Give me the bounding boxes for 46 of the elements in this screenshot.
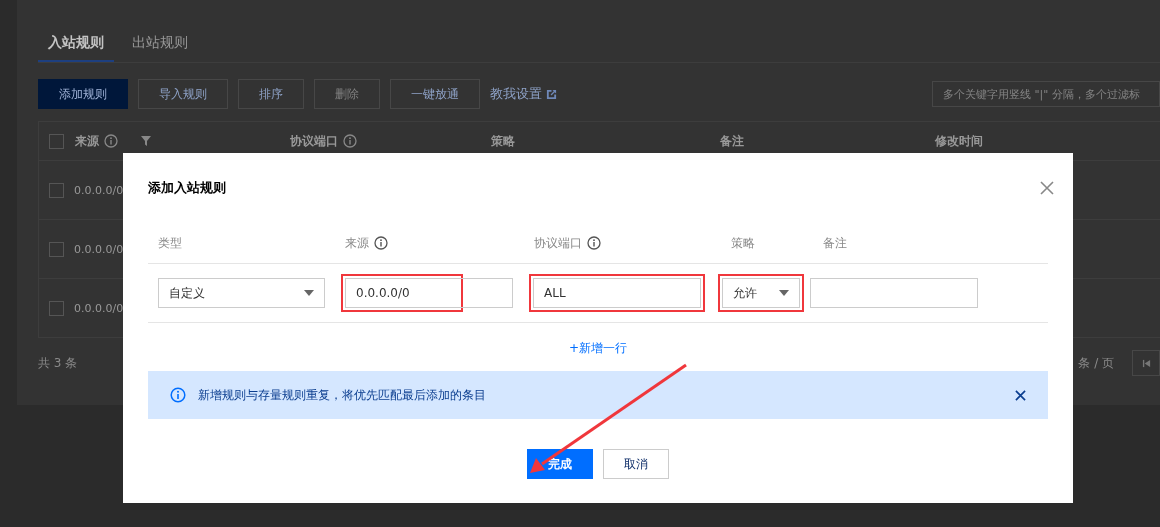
alert-text: 新增规则与存量规则重复，将优先匹配最后添加的条目 — [198, 386, 487, 404]
select-field[interactable]: 自定义 — [158, 278, 325, 308]
column-header: 来源 — [75, 132, 99, 150]
close-icon[interactable] — [1040, 181, 1054, 195]
table-cell: 0.0.0.0/0 — [74, 183, 124, 197]
input-field[interactable]: ALL — [533, 278, 701, 308]
select-field[interactable]: 允许 — [722, 278, 800, 308]
checkbox[interactable] — [49, 241, 64, 257]
column-header: 协议端口 — [534, 234, 583, 252]
info-icon — [170, 387, 186, 403]
total-count: 共 3 条 — [38, 354, 78, 372]
column-header: 策略 — [491, 132, 515, 150]
toolbar-button[interactable]: 排序 — [238, 79, 304, 109]
close-icon[interactable] — [1015, 389, 1026, 401]
column-header: 策略 — [730, 234, 755, 252]
checkbox[interactable] — [49, 300, 64, 316]
column-header: 类型 — [158, 234, 182, 252]
add-row-link[interactable]: +新增一行 — [568, 340, 628, 357]
confirm-button[interactable]: 完成 — [527, 449, 593, 479]
tab[interactable]: 出站规则 — [122, 30, 198, 62]
toolbar-button[interactable]: 一键放通 — [390, 79, 480, 109]
page-size-label: 条 / 页 — [1078, 354, 1114, 372]
search-field[interactable]: 多个关键字用竖线 "|" 分隔，多个过滤标 — [932, 81, 1160, 107]
input-field[interactable] — [810, 278, 978, 308]
checkbox[interactable] — [49, 182, 64, 198]
toolbar-button[interactable]: 添加规则 — [38, 79, 128, 109]
first-page-icon — [1141, 358, 1151, 368]
toolbar-button[interactable]: 导入规则 — [138, 79, 228, 109]
checkbox[interactable] — [49, 133, 64, 149]
external-link-icon — [546, 88, 557, 100]
first-page-button[interactable] — [1132, 350, 1160, 376]
column-header: 备注 — [720, 132, 744, 150]
column-header: 协议端口 — [290, 132, 338, 150]
cancel-button[interactable]: 取消 — [603, 449, 669, 479]
table-cell: 0.0.0.0/0 — [74, 301, 124, 315]
dialog-title: 添加入站规则 — [148, 179, 226, 197]
help-link[interactable]: 教我设置 — [490, 85, 557, 103]
table-cell: 0.0.0.0/0 — [74, 242, 124, 256]
filter-icon[interactable] — [141, 136, 151, 146]
column-header: 修改时间 — [935, 132, 983, 150]
column-header: 备注 — [823, 234, 848, 252]
caret-icon — [779, 290, 789, 296]
input-field[interactable]: 0.0.0.0/0 — [345, 278, 513, 308]
caret-icon — [304, 290, 314, 296]
tab[interactable]: 入站规则 — [38, 30, 114, 62]
column-header: 来源 — [344, 234, 369, 252]
